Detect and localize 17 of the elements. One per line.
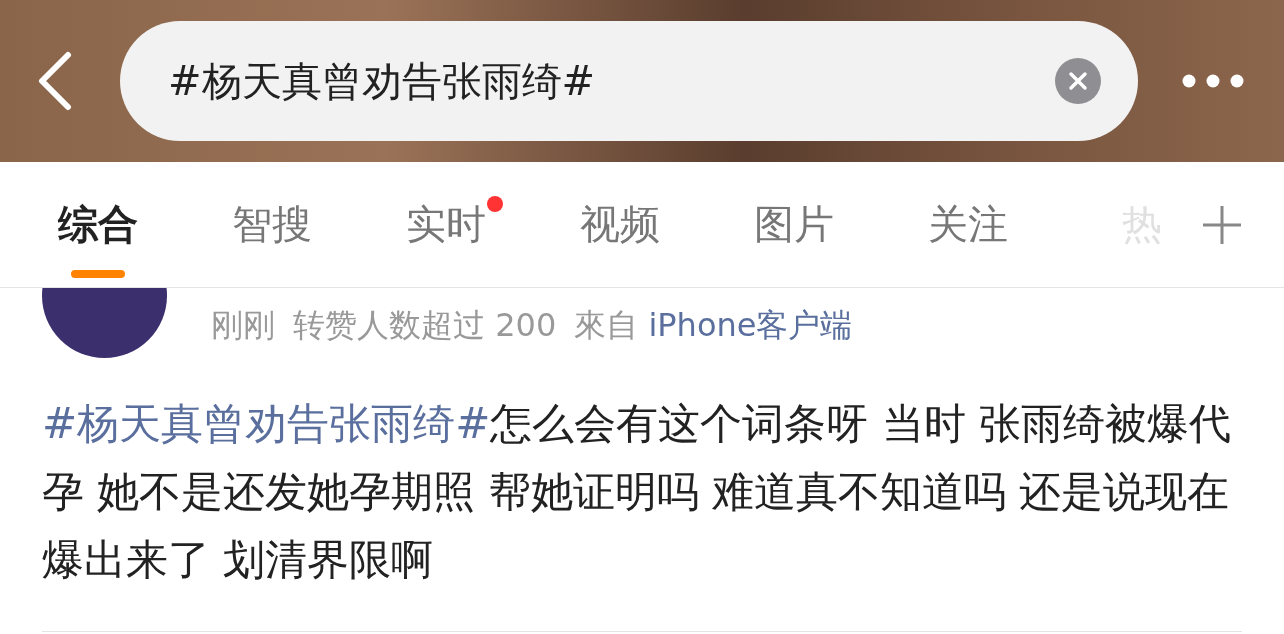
- hashtag-link[interactable]: #杨天真曾劝告张雨绮#: [42, 399, 491, 448]
- source-label: 來自: [574, 306, 639, 344]
- add-icon[interactable]: [1202, 205, 1242, 245]
- tab[interactable]: 实时: [359, 162, 533, 287]
- post-time: 刚刚: [211, 305, 275, 346]
- repost-count: 转赞人数超过 200: [293, 305, 557, 346]
- tab[interactable]: 综合: [11, 162, 185, 287]
- close-icon: [1068, 71, 1088, 91]
- search-field[interactable]: #杨天真曾劝告张雨绮#: [120, 21, 1138, 141]
- more-icon[interactable]: [1182, 74, 1244, 88]
- tab[interactable]: 图片: [707, 162, 881, 287]
- clear-button[interactable]: [1055, 58, 1101, 104]
- source-link[interactable]: iPhone客户端: [648, 306, 853, 344]
- post-text: #杨天真曾劝告张雨绮#怎么会有这个词条呀 当时 张雨绮被爆代孕 她不是还发她孕期照 帮她证明吗 难道真不知道吗 还是说现在爆出来了 划清界限啊: [42, 390, 1242, 632]
- tab[interactable]: 关注: [881, 162, 1055, 287]
- tab[interactable]: 视频: [533, 162, 707, 287]
- tab[interactable]: 智搜: [185, 162, 359, 287]
